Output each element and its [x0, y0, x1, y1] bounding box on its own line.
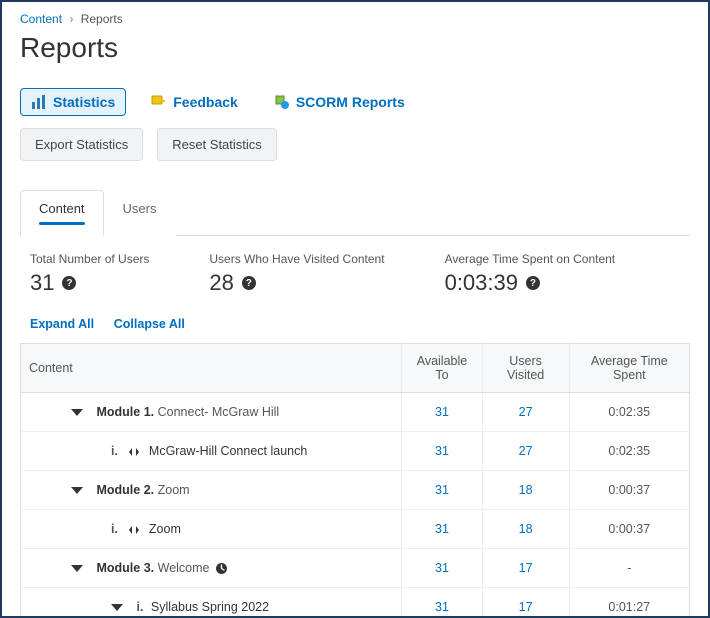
reset-statistics-button[interactable]: Reset Statistics — [157, 128, 277, 161]
bar-chart-icon — [31, 94, 47, 110]
module-prefix: Module 1. — [96, 405, 154, 419]
cell-visited[interactable]: 17 — [482, 588, 569, 618]
expand-caret-icon[interactable] — [111, 604, 123, 611]
tab-scorm-reports[interactable]: SCORM Reports — [263, 88, 416, 116]
tab-statistics-label: Statistics — [53, 94, 115, 110]
expand-caret-icon[interactable] — [71, 487, 83, 494]
expand-collapse-controls: Expand All Collapse All — [20, 306, 690, 343]
cell-available[interactable]: 31 — [402, 549, 482, 588]
module-name: Welcome — [158, 561, 210, 575]
cell-available[interactable]: 31 — [402, 471, 482, 510]
cell-time: 0:00:37 — [569, 471, 689, 510]
table-row: i. Syllabus Spring 2022 31 17 0:01:27 — [21, 588, 690, 618]
expand-caret-icon[interactable] — [71, 409, 83, 416]
summary-stats-row: Total Number of Users 31 ? Users Who Hav… — [20, 236, 690, 306]
item-name[interactable]: Syllabus Spring 2022 — [151, 600, 269, 614]
stat-avg-time: Average Time Spent on Content 0:03:39 ? — [445, 252, 616, 296]
item-prefix: i. — [111, 444, 118, 458]
stat-total-users-label: Total Number of Users — [30, 252, 149, 266]
clock-icon — [215, 562, 228, 575]
stat-users-visited: Users Who Have Visited Content 28 ? — [209, 252, 384, 296]
lti-link-icon — [127, 524, 141, 536]
subtab-content-label: Content — [39, 201, 85, 216]
item-prefix: i. — [136, 600, 143, 614]
cell-visited[interactable]: 18 — [482, 510, 569, 549]
subtab-users-label: Users — [123, 201, 157, 216]
report-type-tabs: Statistics Feedback SCORM Reports — [20, 88, 690, 116]
subtab-content[interactable]: Content — [20, 190, 104, 236]
help-icon[interactable]: ? — [242, 276, 256, 290]
stat-avg-time-label: Average Time Spent on Content — [445, 252, 616, 266]
table-row: Module 3. Welcome 31 17 - — [21, 549, 690, 588]
col-header-avg-time: Average Time Spent — [569, 344, 689, 393]
cell-time: 0:01:27 — [569, 588, 689, 618]
cell-visited[interactable]: 18 — [482, 471, 569, 510]
breadcrumb-current: Reports — [81, 12, 123, 26]
stat-users-visited-value: 28 — [209, 270, 233, 296]
table-row: i. McGraw-Hill Connect launch 31 27 0:02… — [21, 432, 690, 471]
tab-scorm-label: SCORM Reports — [296, 94, 405, 110]
breadcrumb-parent-link[interactable]: Content — [20, 12, 62, 26]
page-title: Reports — [20, 32, 690, 64]
cell-time: - — [569, 549, 689, 588]
table-row: Module 2. Zoom 31 18 0:00:37 — [21, 471, 690, 510]
col-header-available: Available To — [402, 344, 482, 393]
cell-time: 0:00:37 — [569, 510, 689, 549]
col-header-content: Content — [21, 344, 402, 393]
stat-total-users: Total Number of Users 31 ? — [30, 252, 149, 296]
sub-tab-bar: Content Users — [20, 189, 690, 236]
help-icon[interactable]: ? — [526, 276, 540, 290]
module-name: Connect- McGraw Hill — [158, 405, 280, 419]
tab-statistics[interactable]: Statistics — [20, 88, 126, 116]
stat-avg-time-value: 0:03:39 — [445, 270, 518, 296]
module-prefix: Module 3. — [96, 561, 154, 575]
reports-page: Content › Reports Reports Statistics Fee… — [0, 0, 710, 618]
stat-users-visited-label: Users Who Have Visited Content — [209, 252, 384, 266]
cell-visited[interactable]: 17 — [482, 549, 569, 588]
cell-available[interactable]: 31 — [402, 588, 482, 618]
item-name[interactable]: Zoom — [149, 522, 181, 536]
expand-all-link[interactable]: Expand All — [30, 317, 94, 331]
breadcrumb-separator: › — [69, 12, 73, 26]
feedback-star-icon — [151, 94, 167, 110]
tab-feedback[interactable]: Feedback — [140, 88, 249, 116]
content-statistics-table: Content Available To Users Visited Avera… — [20, 343, 690, 618]
stat-total-users-value: 31 — [30, 270, 54, 296]
module-name: Zoom — [158, 483, 190, 497]
item-name[interactable]: McGraw-Hill Connect launch — [149, 444, 307, 458]
cell-available[interactable]: 31 — [402, 432, 482, 471]
cell-time: 0:02:35 — [569, 393, 689, 432]
action-button-row: Export Statistics Reset Statistics — [20, 128, 690, 161]
help-icon[interactable]: ? — [62, 276, 76, 290]
table-row: i. Zoom 31 18 0:00:37 — [21, 510, 690, 549]
scorm-package-icon — [274, 94, 290, 110]
cell-visited[interactable]: 27 — [482, 393, 569, 432]
subtab-users[interactable]: Users — [104, 190, 176, 236]
cell-available[interactable]: 31 — [402, 510, 482, 549]
item-prefix: i. — [111, 522, 118, 536]
export-statistics-button[interactable]: Export Statistics — [20, 128, 143, 161]
cell-visited[interactable]: 27 — [482, 432, 569, 471]
module-prefix: Module 2. — [96, 483, 154, 497]
tab-feedback-label: Feedback — [173, 94, 238, 110]
lti-link-icon — [127, 446, 141, 458]
table-row: Module 1. Connect- McGraw Hill 31 27 0:0… — [21, 393, 690, 432]
expand-caret-icon[interactable] — [71, 565, 83, 572]
cell-time: 0:02:35 — [569, 432, 689, 471]
col-header-visited: Users Visited — [482, 344, 569, 393]
collapse-all-link[interactable]: Collapse All — [114, 317, 185, 331]
cell-available[interactable]: 31 — [402, 393, 482, 432]
breadcrumb: Content › Reports — [20, 12, 690, 26]
